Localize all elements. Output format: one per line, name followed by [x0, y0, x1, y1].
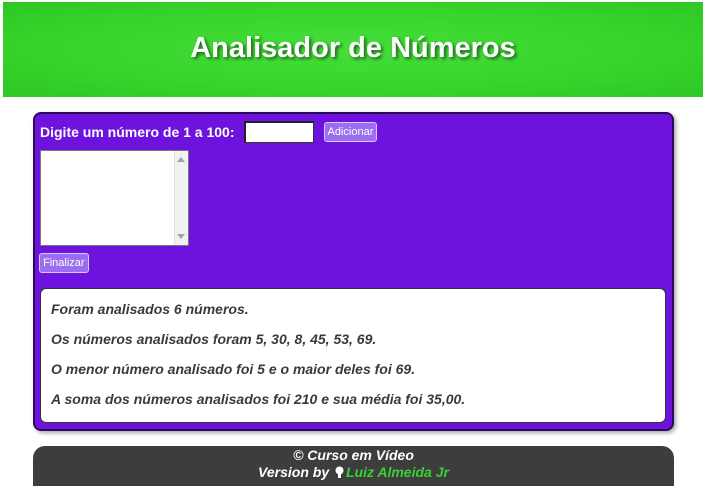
page-title: Analisador de Números — [190, 32, 516, 64]
analyzer-panel: Digite um número de 1 a 100: Adicionar F… — [33, 112, 674, 431]
finish-button[interactable]: Finalizar — [39, 253, 89, 273]
version-prefix: Version by — [258, 464, 330, 480]
number-prompt-label: Digite um número de 1 a 100: — [40, 124, 235, 140]
scroll-up-icon[interactable] — [177, 157, 185, 162]
input-row: Digite um número de 1 a 100: Adicionar — [40, 121, 378, 143]
page-header: Analisador de Números — [3, 2, 703, 97]
result-line-sum-avg: A soma dos números analisados foi 210 e … — [51, 391, 466, 407]
result-box: Foram analisados 6 números. Os números a… — [40, 288, 666, 423]
result-line-count: Foram analisados 6 números. — [51, 301, 249, 317]
listbox-scrollbar[interactable] — [174, 151, 188, 245]
add-button[interactable]: Adicionar — [323, 122, 378, 142]
version-line: Version by Luiz Almeida Jr — [33, 464, 674, 481]
copyright-text: © Curso em Vídeo — [293, 447, 414, 463]
page-footer: © Curso em Vídeo Version by Luiz Almeida… — [33, 446, 674, 486]
number-input[interactable] — [243, 121, 314, 143]
result-line-min-max: O menor número analisado foi 5 e o maior… — [51, 361, 416, 377]
author-link[interactable]: Luiz Almeida Jr — [346, 464, 449, 480]
result-line-numbers: Os números analisados foram 5, 30, 8, 45… — [51, 331, 377, 347]
github-icon — [335, 466, 344, 478]
scroll-down-icon[interactable] — [177, 234, 185, 239]
numbers-listbox[interactable] — [40, 150, 189, 246]
